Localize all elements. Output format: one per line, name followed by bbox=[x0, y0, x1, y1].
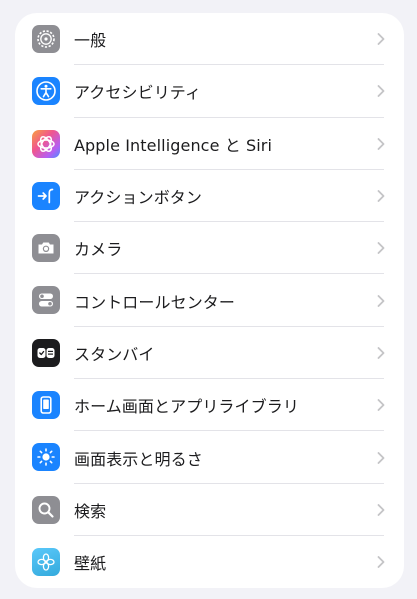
chevron-right-icon bbox=[377, 451, 385, 464]
settings-row-standby[interactable]: スタンバイ bbox=[15, 327, 404, 380]
settings-row-label: 一般 bbox=[74, 31, 107, 51]
chevron-right-icon bbox=[377, 347, 385, 359]
home-screen-icon bbox=[32, 391, 60, 420]
settings-row-label: スタンバイ bbox=[74, 344, 155, 364]
settings-row-general[interactable]: 一般 bbox=[15, 13, 404, 66]
search-icon bbox=[32, 495, 60, 524]
settings-row-search[interactable]: 検索 bbox=[15, 484, 404, 536]
settings-row-apple-intelligence-siri[interactable]: Apple Intelligence と Siri bbox=[15, 118, 404, 170]
control-center-icon bbox=[32, 286, 60, 315]
settings-row-label: Apple Intelligence と Siri bbox=[74, 135, 273, 155]
settings-row-control-center[interactable]: コントロールセンター bbox=[15, 274, 404, 327]
settings-row-action-button[interactable]: アクションボタン bbox=[15, 170, 404, 223]
accessibility-icon bbox=[32, 77, 60, 106]
wallpaper-icon bbox=[32, 547, 60, 576]
settings-row-accessibility[interactable]: アクセシビリティ bbox=[15, 65, 404, 118]
settings-row-label: ホーム画面とアプリライブラリ bbox=[74, 397, 299, 417]
chevron-right-icon bbox=[377, 190, 385, 202]
settings-row-wallpaper[interactable]: 壁紙 bbox=[15, 536, 404, 588]
apple-intelligence-icon bbox=[32, 129, 60, 158]
settings-row-label: 画面表示と明るさ bbox=[74, 449, 203, 469]
settings-row-camera[interactable]: カメラ bbox=[15, 222, 404, 275]
gear-icon bbox=[32, 25, 60, 53]
settings-row-label: 検索 bbox=[74, 501, 107, 521]
settings-row-display-brightness[interactable]: 画面表示と明るさ bbox=[15, 431, 404, 484]
chevron-right-icon bbox=[377, 85, 385, 98]
chevron-right-icon bbox=[377, 137, 385, 150]
settings-row-label: アクセシビリティ bbox=[74, 83, 202, 103]
standby-icon bbox=[32, 338, 60, 367]
chevron-right-icon bbox=[377, 556, 385, 569]
settings-row-label: アクションボタン bbox=[74, 188, 203, 208]
settings-list: 一般 アクセシビリティ Apple Intelligence と Siri アク… bbox=[15, 13, 404, 588]
settings-row-label: コントロールセンター bbox=[74, 292, 236, 312]
brightness-icon bbox=[32, 443, 60, 472]
chevron-right-icon bbox=[377, 503, 385, 516]
settings-row-label: カメラ bbox=[74, 240, 123, 260]
action-button-icon bbox=[32, 181, 60, 210]
camera-icon bbox=[32, 234, 60, 263]
chevron-right-icon bbox=[377, 399, 385, 412]
settings-row-label: 壁紙 bbox=[74, 554, 107, 574]
chevron-right-icon bbox=[377, 294, 385, 307]
chevron-right-icon bbox=[377, 242, 385, 255]
chevron-right-icon bbox=[377, 33, 385, 46]
settings-row-home-screen-app-library[interactable]: ホーム画面とアプリライブラリ bbox=[15, 379, 404, 432]
